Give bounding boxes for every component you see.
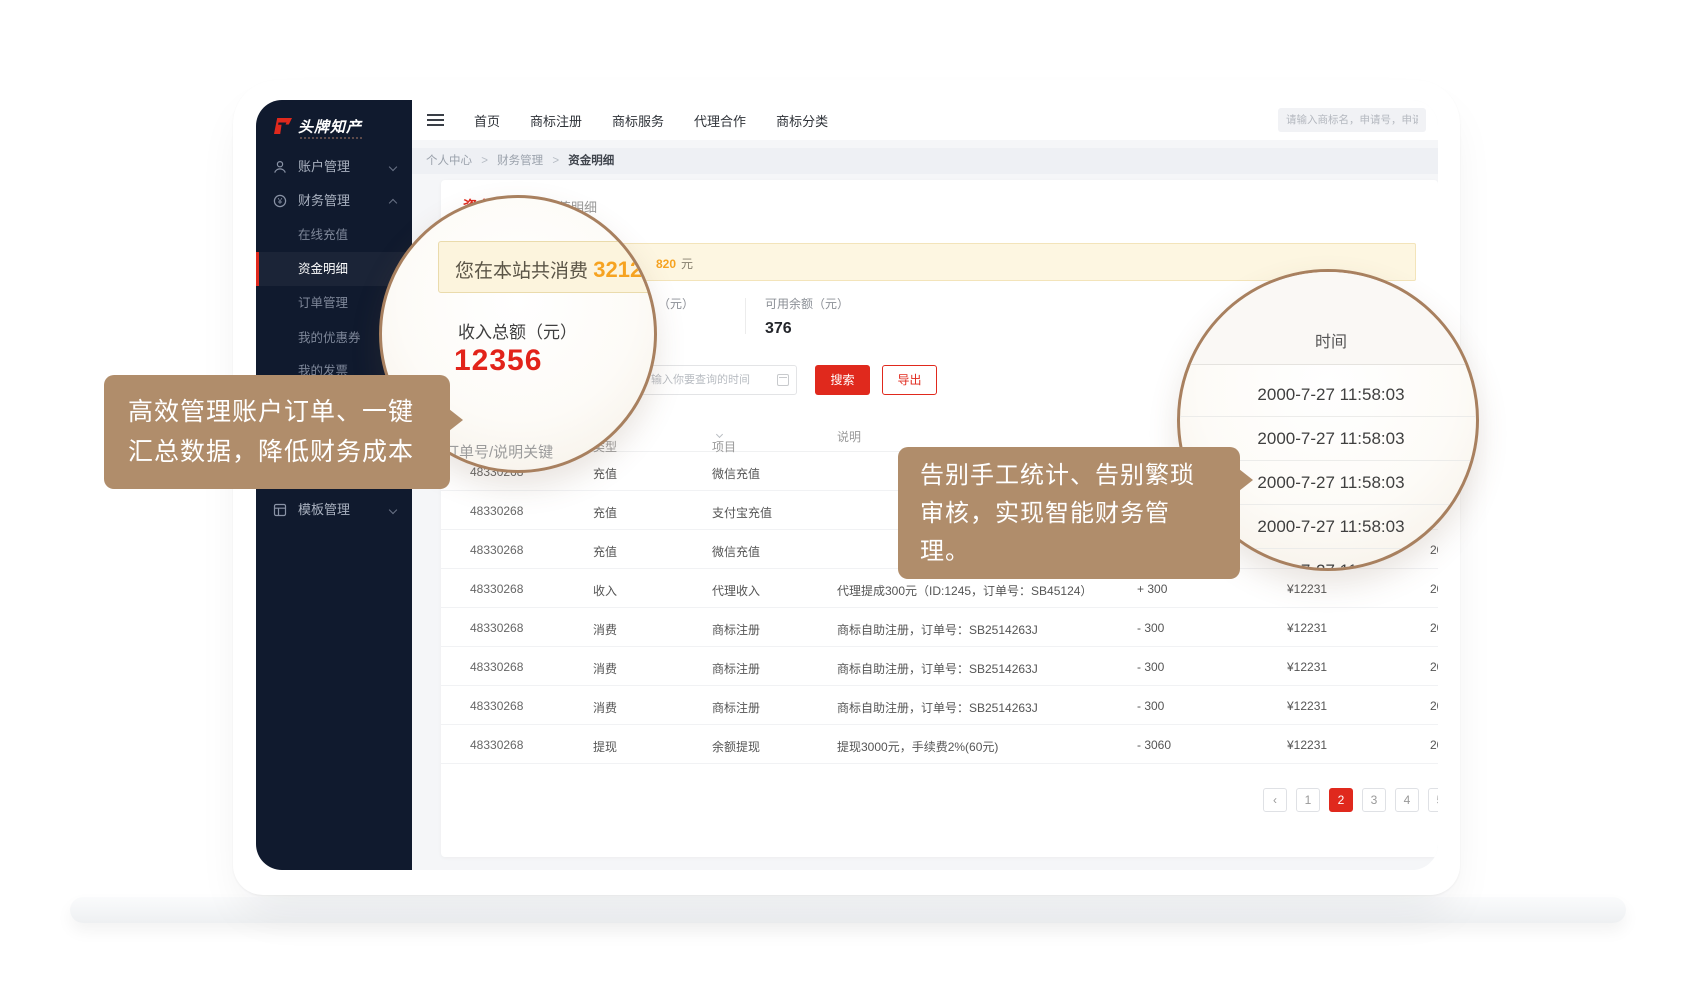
sidebar-item-label: 财务管理 [298,184,350,218]
pagination-page-4[interactable]: 4 [1395,788,1419,812]
callout-arrow-icon [1239,469,1253,491]
magnified-time-header: 时间 [1180,272,1479,365]
laptop-base [70,897,1626,923]
sidebar-item-label: 账户管理 [298,150,350,184]
magnified-banner-prefix: 您在本站共消费 [455,261,593,282]
chevron-down-icon [389,163,397,171]
callout-right: 告别手工统计、告别繁琐 审核，实现智能财务管 理。 [898,447,1240,579]
breadcrumb-separator: > [481,155,488,167]
table-row: 48330268 消费 商标注册 商标自助注册，订单号：SB2514263J -… [441,647,1438,686]
sort-caret-icon [716,431,723,438]
callout-right-line3: 理。 [920,533,1218,571]
col-header-item[interactable]: 项目 [712,428,722,442]
callout-left-line2: 汇总数据，降低财务成本 [128,432,426,472]
time-filter [640,365,797,395]
breadcrumb-current: 资金明细 [568,155,614,167]
svg-text:¥: ¥ [277,197,283,206]
nav-agent-coop[interactable]: 代理合作 [694,111,746,130]
sidebar-item-online-recharge[interactable]: 在线充值 [256,218,412,252]
sidebar-item-label: 模板管理 [298,493,350,527]
global-search-input[interactable] [1278,108,1426,132]
table-row: 48330268 消费 商标注册 商标自助注册，订单号：SB2514263J -… [441,608,1438,647]
summary-balance: 可用余额（元） 376 [765,295,849,338]
table-row: 48330268 提现 余额提现 提现3000元，手续费2%(60元) - 30… [441,725,1438,764]
nav-trademark-class[interactable]: 商标分类 [776,111,828,130]
callout-left: 高效管理账户订单、一键 汇总数据，降低财务成本 [104,375,450,489]
top-nav: 首页 商标注册 商标服务 代理合作 商标分类 [474,100,828,140]
banner-rest-amount: 820 [656,257,676,271]
pagination-page-1[interactable]: 1 [1296,788,1320,812]
breadcrumb: 个人中心 > 财务管理 > 资金明细 [412,148,1438,174]
col-header-desc: 说明 [837,428,861,445]
finance-icon: ¥ [273,194,287,208]
sidebar-item-template[interactable]: 模板管理 [256,493,412,527]
logo-tagline [300,137,362,139]
callout-right-line2: 审核，实现智能财务管 [920,495,1218,533]
pagination-page-3[interactable]: 3 [1362,788,1386,812]
summary-balance-value: 376 [765,320,849,338]
chevron-down-icon [389,506,397,514]
page: 头牌知产 账户管理 ¥ [0,0,1696,1002]
search-button[interactable]: 搜索 [815,365,870,395]
logo[interactable]: 头牌知产 [272,113,402,147]
summary-balance-label: 可用余额（元） [765,295,849,312]
callout-left-line1: 高效管理账户订单、一键 [128,392,426,432]
breadcrumb-separator: > [552,155,559,167]
magnified-order-header: 订单号/说明关键 [444,441,553,462]
table-row: 48330268 消费 商标注册 商标自助注册，订单号：SB2514263J -… [441,686,1438,725]
summary-spend-label: （元） [658,295,694,312]
chevron-up-icon [389,199,397,207]
pagination: ‹ 1 2 3 4 5 [1263,788,1438,812]
sidebar-item-account[interactable]: 账户管理 [256,150,412,184]
logo-brand: 头牌知产 [298,116,362,137]
time-filter-input[interactable] [640,365,797,395]
magnified-banner-amount: 32124 [593,257,654,282]
pagination-page-5[interactable]: 5 [1428,788,1438,812]
callout-right-line1: 告别手工统计、告别繁琐 [920,457,1218,495]
export-button[interactable]: 导出 [882,365,937,395]
top-navbar: 首页 商标注册 商标服务 代理合作 商标分类 [412,100,1438,140]
global-search [1278,108,1426,132]
callout-arrow-icon [449,409,463,431]
banner-rest-text: 820 元 [656,255,693,272]
magnified-time-row: 2000-7-27 11:58:03 [1180,373,1479,417]
breadcrumb-root[interactable]: 个人中心 [426,155,472,167]
magnified-income-value: 12356 [454,344,542,378]
magnified-banner: 您在本站共消费 32124 [438,241,657,293]
nav-trademark-service[interactable]: 商标服务 [612,111,664,130]
banner-unit: 元 [681,257,693,271]
pagination-prev[interactable]: ‹ [1263,788,1287,812]
breadcrumb-parent[interactable]: 财务管理 [497,155,543,167]
template-icon [273,503,287,517]
magnified-income-label: 收入总额（元） [458,318,577,343]
hamburger-icon[interactable] [427,114,444,126]
user-icon [273,160,287,174]
logo-mark-icon [272,117,294,135]
nav-home[interactable]: 首页 [474,111,500,130]
calendar-icon[interactable] [777,374,789,386]
summary-divider [745,298,746,334]
nav-trademark-register[interactable]: 商标注册 [530,111,582,130]
sidebar-item-finance[interactable]: ¥ 财务管理 [256,184,412,218]
pagination-page-2[interactable]: 2 [1329,788,1353,812]
